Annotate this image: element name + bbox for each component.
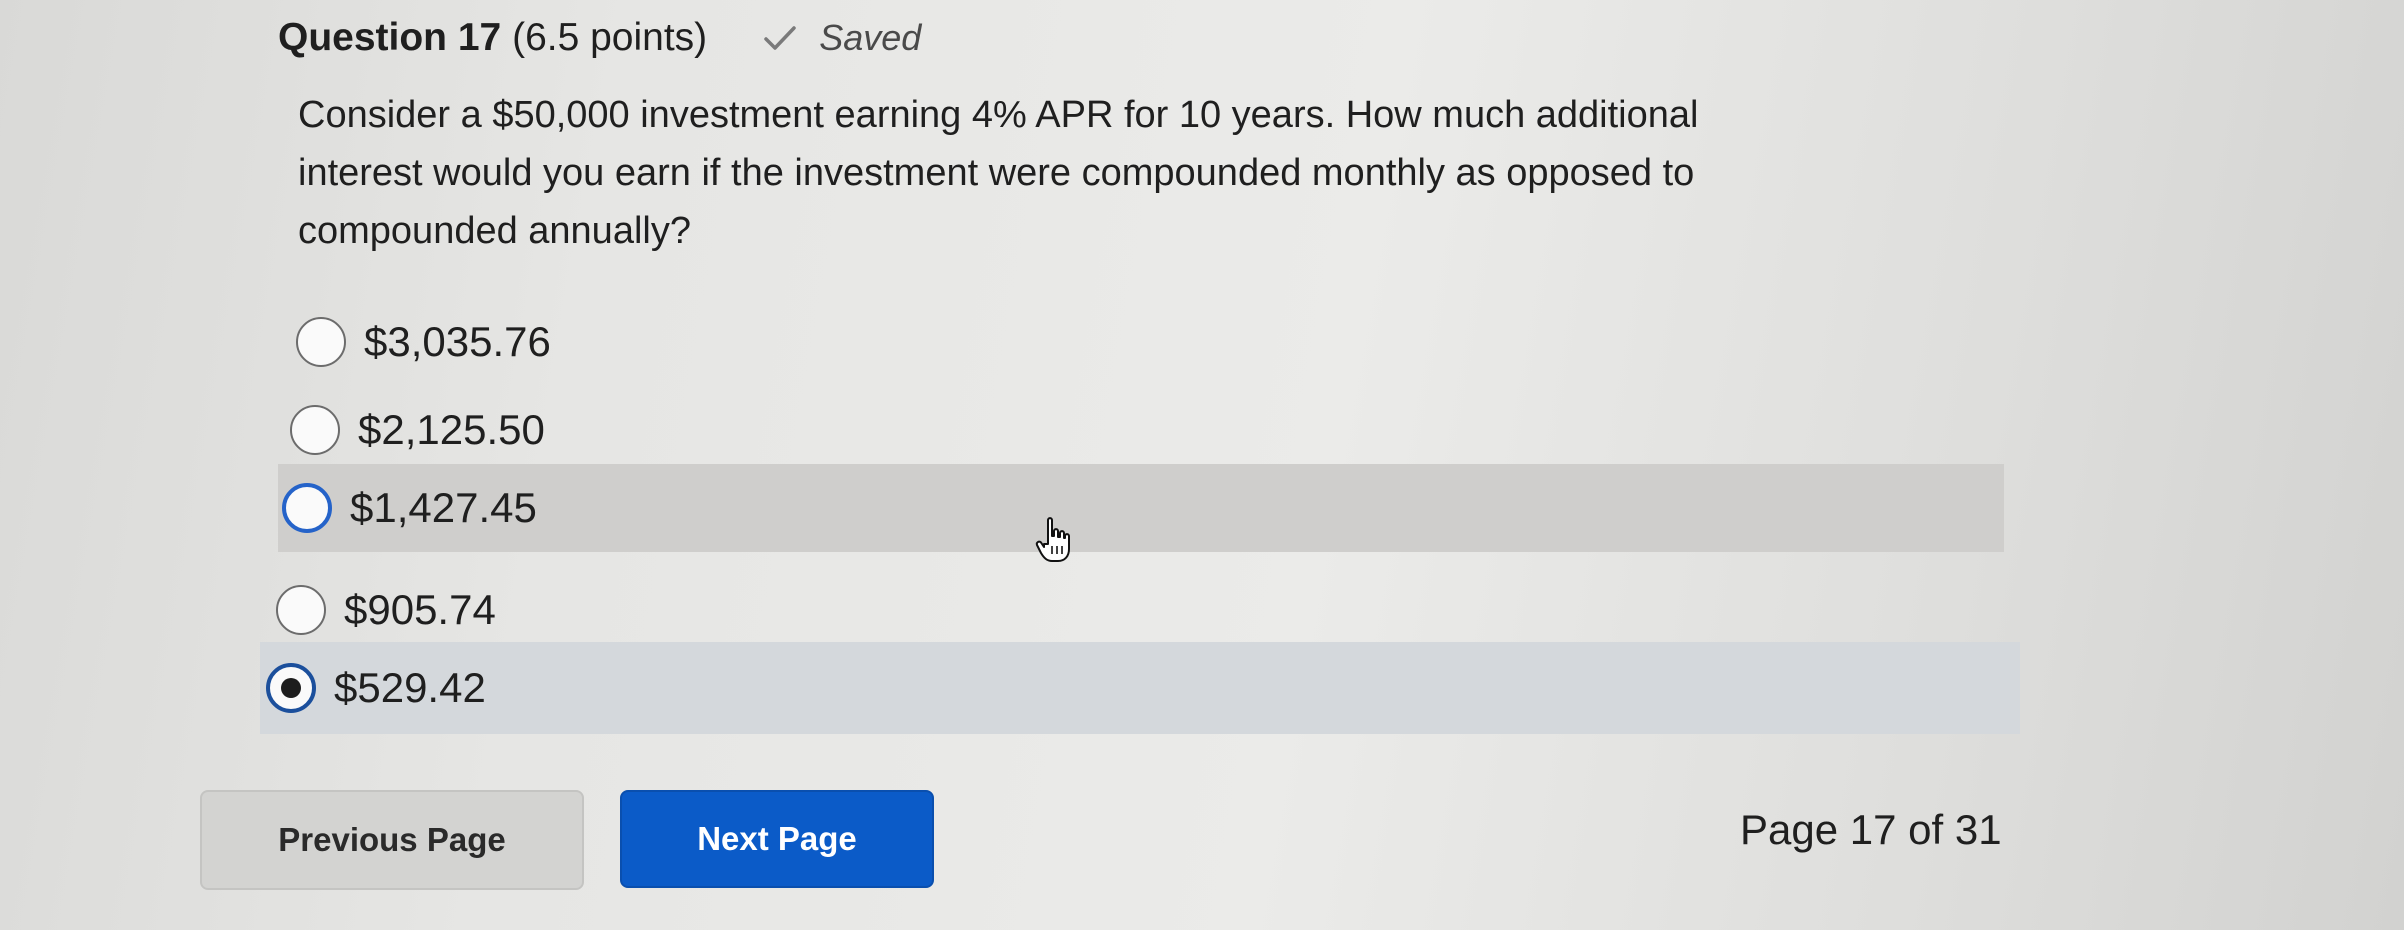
- answer-option-1[interactable]: $3,035.76: [296, 298, 551, 386]
- question-number: Question 17: [278, 16, 502, 59]
- answer-option-5[interactable]: $529.42: [260, 642, 2020, 734]
- answer-option-3[interactable]: $1,427.45: [278, 464, 2004, 552]
- answer-label-5: $529.42: [334, 664, 486, 711]
- saved-label: Saved: [819, 17, 922, 58]
- question-line-1: Consider a $50,000 investment earning 4%…: [298, 94, 1699, 136]
- question-prompt: Consider a $50,000 investment earning 4%…: [298, 86, 1978, 260]
- hand-pointer-icon: [1035, 517, 1070, 562]
- answer-option-2[interactable]: $2,125.50: [290, 386, 545, 474]
- radio-button-5[interactable]: [266, 663, 316, 713]
- next-page-button[interactable]: Next Page: [620, 790, 934, 888]
- answer-option-4[interactable]: $905.74: [276, 566, 496, 654]
- question-line-3: compounded annually?: [298, 210, 691, 252]
- radio-button-1[interactable]: [296, 317, 346, 367]
- question-title: Question 17 (6.5 points): [278, 16, 707, 60]
- question-points: (6.5 points): [512, 16, 708, 59]
- question-line-2: interest would you earn if the investmen…: [298, 152, 1695, 194]
- radio-button-4[interactable]: [276, 585, 326, 635]
- radio-button-3[interactable]: [282, 483, 332, 533]
- answer-label-2: $2,125.50: [358, 406, 545, 453]
- answer-label-3: $1,427.45: [350, 484, 537, 531]
- check-icon: [764, 26, 796, 50]
- previous-page-button[interactable]: Previous Page: [200, 790, 584, 890]
- question-header: Question 17 (6.5 points) Saved: [278, 10, 921, 66]
- answer-label-1: $3,035.76: [364, 318, 551, 365]
- save-status: Saved: [763, 17, 921, 59]
- answer-label-4: $905.74: [344, 586, 496, 633]
- radio-button-2[interactable]: [290, 405, 340, 455]
- page-indicator: Page 17 of 31: [1740, 806, 2002, 853]
